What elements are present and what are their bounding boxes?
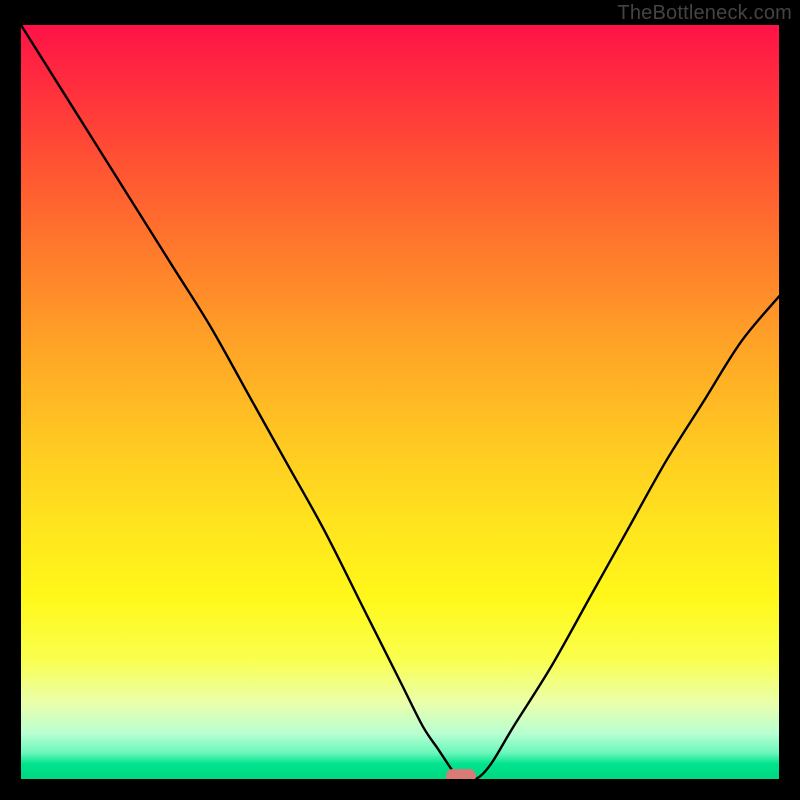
watermark-label: TheBottleneck.com [617,2,792,25]
plot-area [21,25,779,779]
optimal-marker [446,769,476,779]
bottleneck-curve [21,25,779,779]
chart-frame: TheBottleneck.com [0,0,800,800]
curve-path [21,25,779,779]
